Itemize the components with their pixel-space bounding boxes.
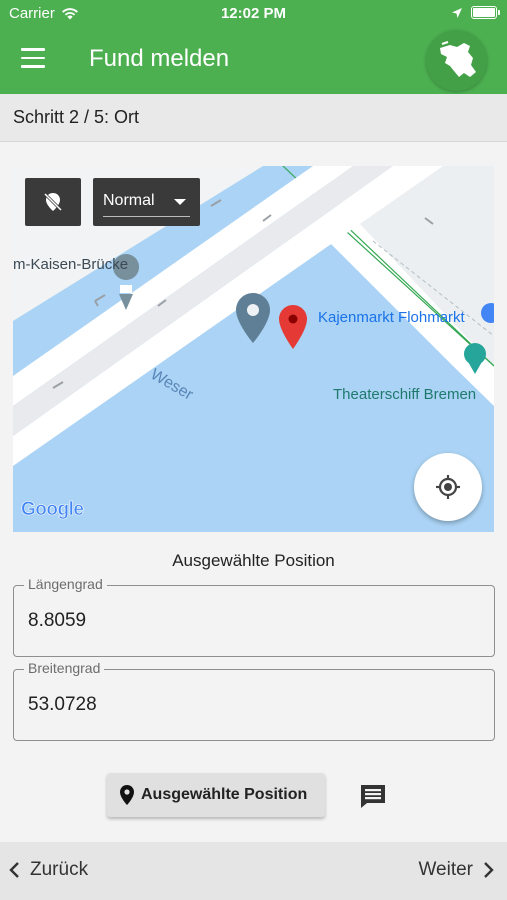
- next-button-label: Weiter: [418, 859, 473, 880]
- my-location-button[interactable]: [414, 453, 482, 521]
- selected-position-button-label: Ausgewählte Position: [141, 786, 308, 803]
- map-view[interactable]: Normal m-Kaisen-Brücke Weser Kajenmarkt …: [13, 166, 494, 532]
- bottom-navigation: Zurück Weiter: [0, 842, 507, 900]
- chevron-left-icon: [9, 862, 19, 878]
- crosshair-icon: [436, 475, 460, 499]
- current-location-pin-icon[interactable]: [235, 292, 271, 344]
- comment-icon: [361, 785, 385, 808]
- battery-icon: [471, 6, 500, 19]
- longitude-label: Längengrad: [24, 576, 107, 592]
- step-indicator: Schritt 2 / 5: Ort: [0, 94, 507, 142]
- google-attribution: Google: [21, 499, 85, 521]
- map-label-bridge: m-Kaisen-Brücke: [13, 256, 129, 273]
- location-arrow-icon: [452, 7, 462, 18]
- longitude-value[interactable]: 8.8059: [28, 610, 86, 632]
- map-type-select[interactable]: Normal: [93, 178, 200, 226]
- location-off-icon: [43, 192, 63, 212]
- chevron-right-icon: [484, 862, 494, 878]
- status-time: 12:02 PM: [220, 5, 287, 22]
- menu-button[interactable]: [21, 48, 49, 72]
- location-off-button[interactable]: [25, 178, 81, 226]
- comment-button[interactable]: [359, 783, 387, 809]
- longitude-field[interactable]: Längengrad 8.8059: [13, 576, 495, 657]
- map-type-underline: [103, 216, 190, 217]
- map-label-poi-kajenmarkt[interactable]: Kajenmarkt Flohmarkt: [318, 309, 465, 326]
- location-pin-icon: [120, 785, 134, 805]
- back-button-label: Zurück: [30, 859, 89, 880]
- next-button[interactable]: Weiter: [418, 859, 495, 881]
- step-text: Schritt 2 / 5: Ort: [13, 107, 140, 127]
- page-title: Fund melden: [89, 45, 230, 72]
- google-logo: Google: [21, 499, 85, 521]
- map-label-poi-theaterschiff[interactable]: Theaterschiff Bremen: [333, 386, 476, 403]
- latitude-label: Breitengrad: [24, 660, 105, 676]
- selected-position-button[interactable]: Ausgewählte Position: [107, 773, 325, 817]
- status-indicators: [451, 6, 500, 19]
- app-logo: [426, 30, 487, 91]
- selected-position-marker-icon[interactable]: [278, 304, 308, 350]
- map-type-value: Normal: [103, 192, 155, 209]
- latitude-value[interactable]: 53.0728: [28, 694, 97, 716]
- latitude-field[interactable]: Breitengrad 53.0728: [13, 660, 495, 741]
- app-header: Carrier 12:02 PM Fund melden: [0, 0, 507, 94]
- app-bar: Fund melden: [0, 28, 507, 94]
- status-bar: Carrier 12:02 PM: [0, 0, 507, 28]
- back-button[interactable]: Zurück: [8, 859, 88, 881]
- selected-position-heading: Ausgewählte Position: [172, 551, 335, 570]
- dropdown-caret-icon: [174, 199, 186, 205]
